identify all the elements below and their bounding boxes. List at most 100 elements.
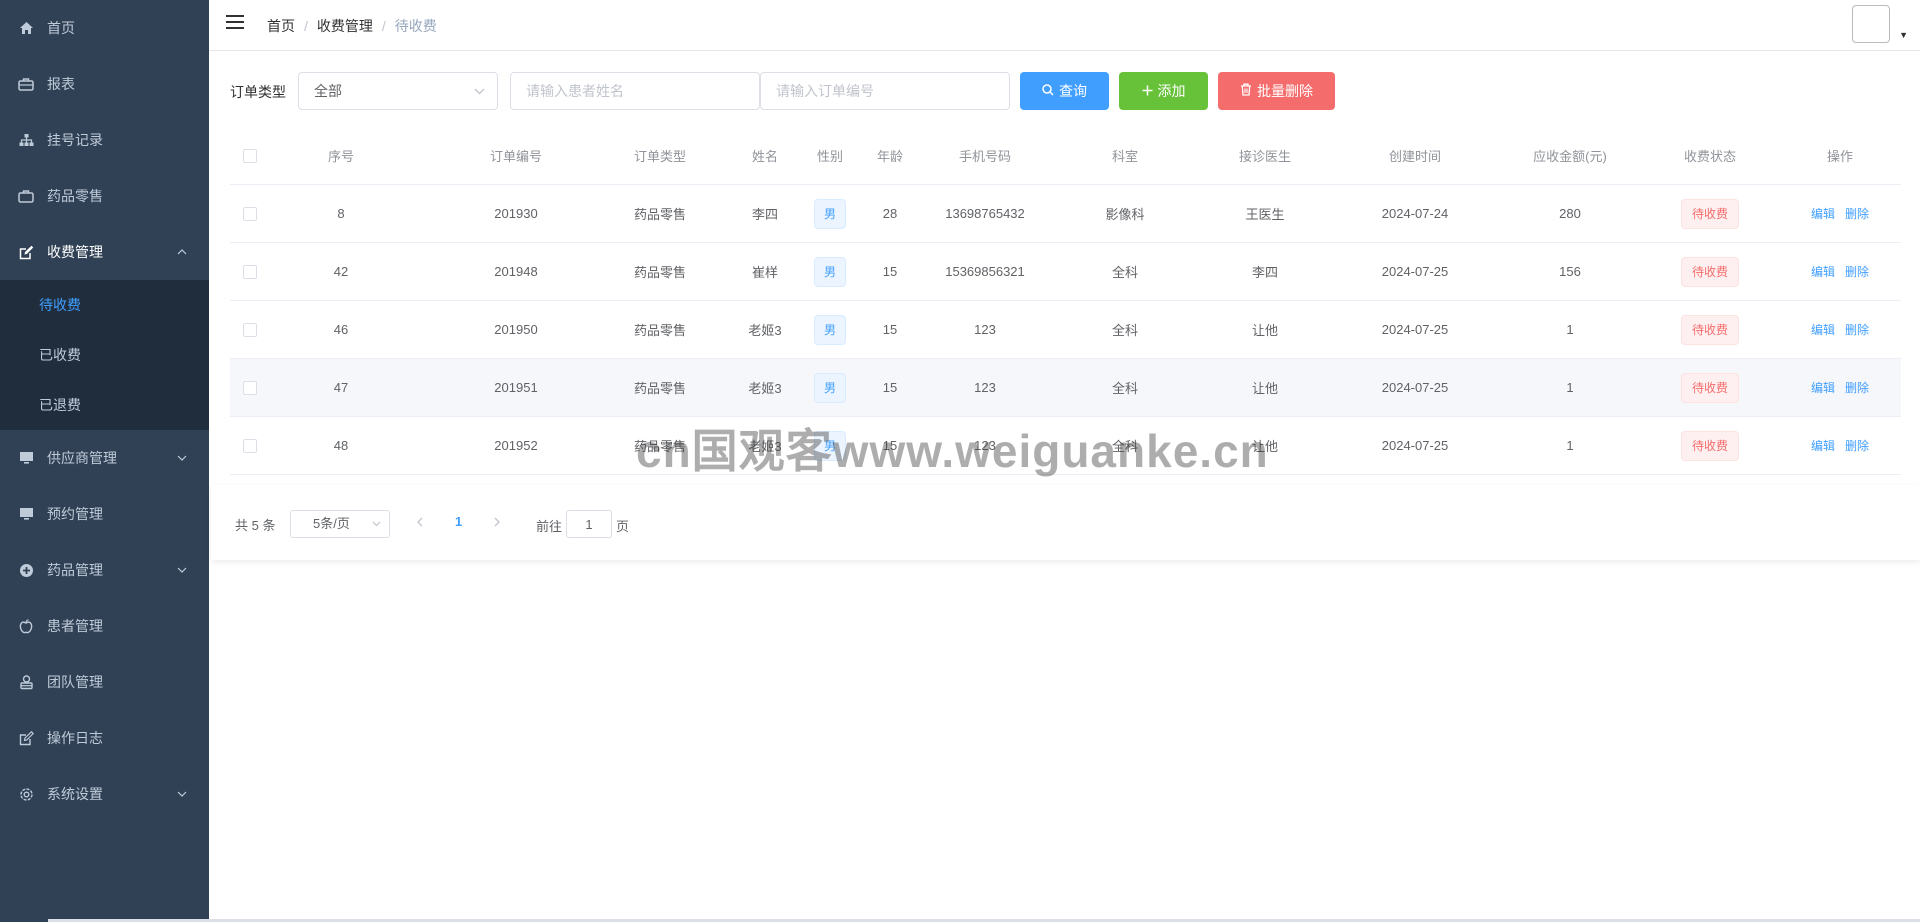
header-status: 收费状态 bbox=[1683, 149, 1736, 164]
trash-icon bbox=[1240, 83, 1252, 99]
row-checkbox[interactable] bbox=[243, 206, 257, 221]
breadcrumb-billing[interactable]: 收费管理 bbox=[317, 18, 373, 34]
cell-order-id: 201952 bbox=[494, 438, 538, 453]
cell-department: 全科 bbox=[1111, 381, 1138, 396]
select-all-checkbox[interactable] bbox=[243, 148, 257, 163]
sidebar-item-home[interactable]: 首页 bbox=[0, 0, 209, 56]
edit-link[interactable]: 编辑 bbox=[1811, 205, 1835, 222]
delete-link[interactable]: 删除 bbox=[1845, 321, 1869, 338]
sidebar-item-settings[interactable]: 系统设置 bbox=[0, 766, 209, 822]
delete-link[interactable]: 删除 bbox=[1845, 263, 1869, 280]
sidebar-item-registration[interactable]: 挂号记录 bbox=[0, 112, 209, 168]
edit-link[interactable]: 编辑 bbox=[1811, 379, 1835, 396]
cell-order-id: 201950 bbox=[494, 322, 538, 337]
page-size-select[interactable]: 5条/页 bbox=[290, 510, 390, 538]
sidebar-item-billing[interactable]: 收费管理 bbox=[0, 224, 209, 280]
cell-created: 2024-07-25 bbox=[1381, 264, 1449, 279]
row-checkbox[interactable] bbox=[243, 264, 257, 279]
page-number-current[interactable]: 1 bbox=[455, 514, 462, 529]
add-button-label: 添加 bbox=[1157, 83, 1186, 99]
cell-department: 全科 bbox=[1111, 323, 1138, 338]
submenu-item-pending[interactable]: 待收费 bbox=[0, 280, 209, 330]
submenu-item-refunded[interactable]: 已退费 bbox=[0, 380, 209, 430]
sidebar-item-drug-retail[interactable]: 药品零售 bbox=[0, 168, 209, 224]
row-checkbox[interactable] bbox=[243, 322, 257, 337]
caret-down-icon[interactable]: ▼ bbox=[1899, 30, 1908, 40]
table-row: 46 201950 药品零售 老姬3 男 15 123 全科 让他 2024-0… bbox=[230, 301, 1901, 359]
header-department: 科室 bbox=[1111, 149, 1138, 164]
cell-no: 8 bbox=[337, 206, 345, 221]
sidebar: 首页 报表 挂号记录 药品零售 收费管理 待收费 已收费 已退费 供应商管理 预… bbox=[0, 0, 209, 922]
header-actions: 操作 bbox=[1826, 149, 1853, 164]
delete-link[interactable]: 删除 bbox=[1845, 379, 1869, 396]
sidebar-item-label: 系统设置 bbox=[47, 786, 103, 802]
cell-order-id: 201930 bbox=[494, 206, 538, 221]
sidebar-item-operation-log[interactable]: 操作日志 bbox=[0, 710, 209, 766]
cell-created: 2024-07-24 bbox=[1381, 206, 1449, 221]
cell-phone: 123 bbox=[974, 380, 996, 395]
delete-link[interactable]: 删除 bbox=[1845, 437, 1869, 454]
breadcrumb-home[interactable]: 首页 bbox=[267, 18, 295, 34]
header-phone: 手机号码 bbox=[958, 149, 1011, 164]
avatar[interactable] bbox=[1852, 5, 1890, 43]
suitcase-icon bbox=[18, 188, 34, 204]
query-button-label: 查询 bbox=[1059, 83, 1087, 99]
edit-link[interactable]: 编辑 bbox=[1811, 437, 1835, 454]
row-checkbox[interactable] bbox=[243, 380, 257, 395]
sidebar-item-team[interactable]: 团队管理 bbox=[0, 654, 209, 710]
watermark-text: cn国观客www.weiguanke.cn bbox=[636, 425, 1269, 477]
sidebar-item-report[interactable]: 报表 bbox=[0, 56, 209, 112]
chevron-down-icon bbox=[177, 562, 187, 576]
order-type-select[interactable]: 全部 bbox=[298, 72, 498, 110]
order-type-select-value: 全部 bbox=[314, 83, 342, 99]
header-doctor: 接诊医生 bbox=[1238, 149, 1291, 164]
cell-name: 老姬3 bbox=[748, 381, 782, 396]
delete-link[interactable]: 删除 bbox=[1845, 205, 1869, 222]
chevron-up-icon bbox=[177, 244, 187, 258]
status-badge: 待收费 bbox=[1681, 372, 1739, 403]
cell-age: 15 bbox=[882, 264, 898, 279]
breadcrumb-current: 待收费 bbox=[394, 18, 437, 34]
order-type-label: 订单类型 bbox=[230, 84, 286, 100]
sidebar-item-patient[interactable]: 患者管理 bbox=[0, 598, 209, 654]
cell-name: 李四 bbox=[751, 207, 778, 222]
batch-delete-button-label: 批量删除 bbox=[1257, 83, 1313, 99]
batch-delete-button[interactable]: 批量删除 bbox=[1218, 72, 1335, 110]
apple-icon bbox=[18, 618, 34, 634]
order-number-input[interactable] bbox=[760, 72, 1010, 110]
next-page-icon[interactable] bbox=[493, 515, 501, 530]
edit-link[interactable]: 编辑 bbox=[1811, 321, 1835, 338]
cell-order-type: 药品零售 bbox=[633, 265, 686, 280]
sidebar-item-appointment[interactable]: 预约管理 bbox=[0, 486, 209, 542]
patient-name-input[interactable] bbox=[510, 72, 760, 110]
query-button[interactable]: 查询 bbox=[1020, 72, 1109, 110]
cell-order-type: 药品零售 bbox=[633, 323, 686, 338]
monitor-icon bbox=[18, 450, 34, 466]
goto-page-input[interactable] bbox=[566, 510, 612, 538]
header-no: 序号 bbox=[327, 149, 354, 164]
sidebar-item-drug-management[interactable]: 药品管理 bbox=[0, 542, 209, 598]
cell-created: 2024-07-25 bbox=[1381, 380, 1449, 395]
cell-amount: 1 bbox=[1566, 438, 1574, 453]
cell-age: 15 bbox=[882, 322, 898, 337]
sidebar-item-label: 团队管理 bbox=[47, 674, 103, 690]
add-button[interactable]: 添加 bbox=[1119, 72, 1208, 110]
submenu-item-paid[interactable]: 已收费 bbox=[0, 330, 209, 380]
cell-order-type: 药品零售 bbox=[633, 381, 686, 396]
sidebar-item-supplier[interactable]: 供应商管理 bbox=[0, 430, 209, 486]
prev-page-icon[interactable] bbox=[416, 515, 424, 530]
header-name: 姓名 bbox=[751, 149, 778, 164]
cell-phone: 15369856321 bbox=[945, 264, 1025, 279]
chevron-down-icon bbox=[474, 73, 485, 109]
submenu-item-label: 已收费 bbox=[39, 347, 81, 363]
cell-department: 影像科 bbox=[1105, 207, 1145, 222]
edit-link[interactable]: 编辑 bbox=[1811, 263, 1835, 280]
goto-prefix: 前往 bbox=[536, 519, 563, 534]
sidebar-item-label: 药品管理 bbox=[47, 562, 103, 578]
chevron-down-icon bbox=[177, 786, 187, 800]
breadcrumb-separator: / bbox=[304, 18, 308, 34]
hamburger-icon[interactable] bbox=[226, 15, 244, 31]
table-row: 8 201930 药品零售 李四 男 28 13698765432 影像科 王医… bbox=[230, 185, 1901, 243]
home-icon bbox=[18, 20, 34, 36]
row-checkbox[interactable] bbox=[243, 438, 257, 453]
